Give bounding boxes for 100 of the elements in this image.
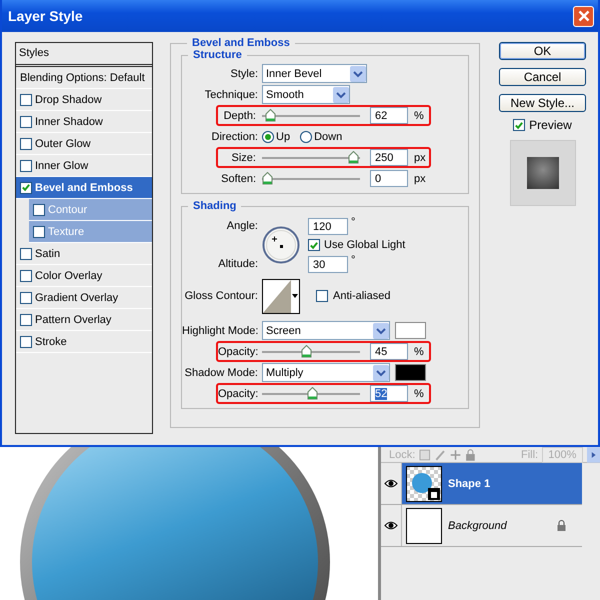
field-label: Highlight Mode: [182, 324, 258, 336]
arrow-right-icon[interactable] [586, 446, 600, 462]
checkbox[interactable] [20, 336, 32, 348]
style-label: Satin [35, 248, 60, 260]
dialog-button[interactable]: OK [499, 42, 586, 60]
chevron-down-icon [373, 322, 389, 338]
slider-thumb[interactable] [348, 151, 360, 164]
style-label: Contour [48, 204, 88, 216]
style-label: Drop Shadow [35, 94, 102, 106]
checkbox[interactable] [20, 116, 32, 128]
number-field[interactable]: 52 [370, 385, 408, 402]
chevron-down-icon [373, 364, 389, 380]
checkbox[interactable] [20, 182, 32, 194]
style-list-item[interactable]: Pattern Overlay [16, 309, 152, 331]
slider-thumb[interactable] [301, 345, 312, 358]
checkbox[interactable] [20, 248, 32, 260]
checkbox-label: Anti-aliased [333, 290, 390, 302]
style-label: Inner Glow [35, 160, 88, 172]
style-list-item[interactable]: Outer Glow [16, 133, 152, 155]
color-swatch[interactable] [395, 322, 426, 339]
layer-thumbnail [406, 466, 442, 502]
number-field[interactable]: 45 [370, 343, 408, 360]
style-list-item[interactable]: Gradient Overlay [16, 287, 152, 309]
unit-label: % [414, 388, 424, 400]
field-label: Style: [229, 68, 258, 80]
layer-thumbnail [406, 508, 442, 544]
style-label: Stroke [35, 336, 67, 348]
checkbox[interactable] [20, 270, 32, 282]
number-field[interactable]: 0 [370, 170, 408, 187]
field-label: Gloss Contour: [184, 290, 258, 302]
slider-track[interactable] [262, 151, 360, 164]
eye-icon [384, 479, 398, 488]
checkbox[interactable] [20, 160, 32, 172]
fill-label: Fill: [520, 448, 538, 460]
style-list-item[interactable]: Bevel and Emboss [16, 177, 152, 199]
blend-mode-dropdown[interactable]: Screen [262, 321, 390, 340]
radio-label: Down [314, 130, 342, 142]
contour-picker[interactable] [262, 278, 300, 314]
style-label: Bevel and Emboss [35, 182, 133, 194]
field-label: Opacity: [218, 388, 256, 400]
style-list-item[interactable]: Color Overlay [16, 265, 152, 287]
style-label: Texture [48, 226, 84, 238]
field-label: Depth: [222, 110, 256, 122]
technique-dropdown[interactable]: Smooth [262, 85, 350, 104]
slider-thumb[interactable] [262, 172, 273, 185]
unit-label: % [414, 346, 424, 358]
unit-label: px [414, 152, 426, 164]
slider-thumb[interactable] [307, 387, 318, 400]
radio-button[interactable] [300, 130, 312, 142]
style-list-item[interactable]: Stroke [16, 331, 152, 353]
style-list-item[interactable]: Satin [16, 243, 152, 265]
style-list-item[interactable]: Inner Shadow [16, 111, 152, 133]
number-field[interactable]: 30 [308, 256, 348, 272]
style-list-item[interactable]: Drop Shadow [16, 89, 152, 111]
layer-name: Shape 1 [448, 478, 490, 490]
style-dropdown[interactable]: Inner Bevel [262, 64, 367, 83]
checkbox[interactable] [308, 239, 320, 251]
field-label: Angle: [226, 220, 258, 232]
checkbox[interactable] [20, 94, 32, 106]
number-field[interactable]: 120 [308, 218, 348, 234]
unit-label: % [414, 110, 424, 122]
field-label: Altitude: [217, 258, 258, 270]
radio-button[interactable] [262, 130, 274, 142]
checkbox[interactable] [33, 226, 45, 238]
field-label: Size: [230, 152, 256, 164]
style-label: Outer Glow [35, 138, 91, 150]
checkbox[interactable] [20, 138, 32, 150]
window-title: Layer Style [8, 8, 83, 24]
checkbox[interactable] [513, 119, 526, 131]
close-button[interactable] [573, 6, 594, 26]
layer-item[interactable]: Background [402, 505, 582, 546]
number-field[interactable]: 250 [370, 149, 408, 166]
field-label: Shadow Mode: [184, 366, 258, 378]
radio-label: Up [276, 130, 290, 142]
checkbox[interactable] [20, 292, 32, 304]
field-label: Technique: [204, 88, 258, 100]
checkbox[interactable] [20, 314, 32, 326]
chevron-down-icon [350, 66, 366, 82]
style-label: Inner Shadow [35, 116, 103, 128]
field-label: Direction: [210, 130, 258, 142]
number-field[interactable]: 62 [370, 107, 408, 124]
list-header: Styles [16, 43, 152, 67]
angle-dial[interactable] [262, 226, 300, 264]
dialog-button[interactable]: Cancel [499, 68, 586, 86]
blend-mode-dropdown[interactable]: Multiply [262, 363, 390, 382]
dialog-button[interactable]: New Style... [499, 94, 586, 112]
checkbox[interactable] [33, 204, 45, 216]
color-swatch[interactable] [395, 364, 426, 381]
style-list-item[interactable]: Blending Options: Default [16, 67, 152, 89]
field-label: Soften: [220, 172, 256, 184]
slider-thumb[interactable] [264, 109, 276, 122]
chevron-down-icon [333, 86, 349, 102]
group-title: Bevel and Emboss [191, 37, 291, 49]
caret-icon [292, 294, 298, 298]
style-label: Color Overlay [35, 270, 102, 282]
layer-item[interactable]: Shape 1 [402, 463, 582, 504]
checkbox-label: Preview [529, 118, 572, 132]
eye-icon [384, 521, 398, 530]
checkbox[interactable] [316, 290, 328, 302]
unit-label: px [414, 172, 426, 184]
